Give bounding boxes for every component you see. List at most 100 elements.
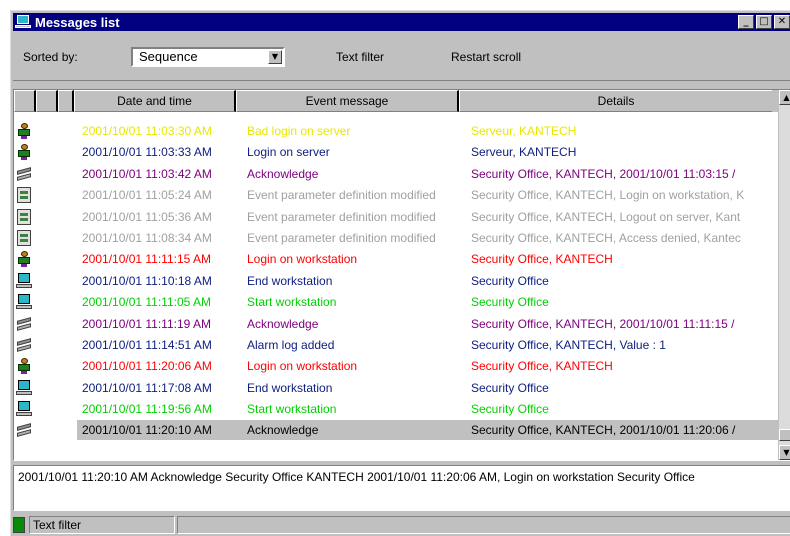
table-row[interactable]: 2001/10/01 11:20:10 AM Acknowledge Securit… [14,420,780,441]
document-icon [16,229,32,246]
header-icon-column[interactable] [36,90,58,112]
table-row[interactable]: 2001/10/01 11:11:15 AM Login on workstati… [14,249,780,270]
cell-details: Security Office, KANTECH, 2001/10/01 11:… [471,423,736,438]
cell-event: Login on server [247,145,330,160]
table-row[interactable]: 2001/10/01 11:11:19 AM Acknowledge Securit… [14,314,780,335]
cell-date: 2001/10/01 11:20:06 AM [82,359,212,374]
acknowledge-icon [16,316,32,332]
cell-date: 2001/10/01 11:03:42 AM [82,166,212,181]
sorted-by-label: Sorted by: [23,49,78,64]
cell-date: 2001/10/01 11:11:15 AM [82,252,211,267]
cell-details: Security Office, KANTECH, 2001/10/01 11:… [471,316,735,331]
cell-date: 2001/10/01 11:11:05 AM [82,295,211,310]
table-row[interactable]: 2001/10/01 11:19:56 AM Start workstation S… [14,399,780,420]
header-icon-column[interactable] [14,90,36,112]
acknowledge-icon [16,166,32,182]
cell-event: Event parameter definition modified [247,209,436,224]
computer-icon [15,15,31,29]
computer-icon [16,401,32,417]
chevron-down-icon[interactable]: ▼ [268,49,282,64]
cell-details: Security Office [471,295,549,310]
status-panel [177,516,790,534]
table-row[interactable]: 2001/10/01 11:03:42 AM Acknowledge Securit… [14,164,780,185]
messages-list[interactable]: Date and time Event message Details 2001… [13,89,790,461]
cell-event: End workstation [247,273,333,288]
computer-icon [16,272,32,289]
sort-select-value: Sequence [139,49,198,64]
cell-event: Event parameter definition modified [247,230,436,245]
cell-details: Security Office, KANTECH, Access denied,… [471,230,741,245]
person-icon [16,144,32,161]
cell-details: Security Office [471,380,549,395]
cell-date: 2001/10/01 11:03:30 AM [82,124,212,138]
minimize-button[interactable]: _ [738,15,754,29]
cell-details: Security Office, KANTECH, Logout on serv… [471,209,741,224]
table-row[interactable]: 2001/10/01 11:08:34 AM Event parameter de… [14,228,780,249]
status-text: Text filter [29,516,175,534]
cell-date: 2001/10/01 11:19:56 AM [82,402,212,417]
cell-event: Acknowledge [247,423,319,438]
vertical-scrollbar[interactable]: ▲ ▼ [778,90,790,460]
cell-details: Security Office, KANTECH [471,359,613,374]
acknowledge-icon [16,422,32,438]
cell-date: 2001/10/01 11:17:08 AM [82,380,212,395]
maximize-button[interactable]: □ [756,15,772,29]
cell-date: 2001/10/01 11:14:51 AM [82,337,212,352]
cell-details: Security Office, KANTECH, 2001/10/01 11:… [471,166,736,181]
table-row[interactable]: 2001/10/01 11:05:24 AM Event parameter de… [14,185,780,206]
title-bar[interactable]: Messages list _ □ ✕ [13,13,790,31]
cell-event: End workstation [247,380,333,395]
scroll-thumb[interactable] [779,429,790,441]
person-icon [16,358,32,375]
cell-event: Acknowledge [247,166,319,181]
document-icon [16,187,32,204]
table-row[interactable]: 2001/10/01 11:11:05 AM Start workstation S… [14,292,780,313]
table-row[interactable]: 2001/10/01 11:17:08 AM End workstation Sec… [14,378,780,399]
cell-details: Serveur, KANTECH [471,145,577,160]
status-indicator-icon [13,517,25,533]
close-button[interactable]: ✕ [774,15,790,29]
table-row[interactable]: 2001/10/01 11:05:36 AM Event parameter de… [14,207,780,228]
messages-list-window: Messages list _ □ ✕ Sorted by: Sequence … [10,10,790,536]
window-title: Messages list [35,14,120,30]
cell-date: 2001/10/01 11:20:10 AM [82,423,212,438]
header-event-message[interactable]: Event message [236,90,459,112]
header-date-and-time[interactable]: Date and time [74,90,236,112]
computer-icon [16,294,32,310]
table-row[interactable]: 2001/10/01 11:03:30 AM Bad login on serve… [14,121,780,142]
cell-details: Security Office [471,402,549,417]
status-bar: Text filter [13,515,790,535]
cell-details: Security Office, KANTECH, Login on works… [471,188,745,203]
cell-date: 2001/10/01 11:08:34 AM [82,230,212,245]
cell-event: Acknowledge [247,316,319,331]
toolbar: Sorted by: Sequence ▼ Text filter Restar… [13,33,790,81]
acknowledge-icon [16,337,32,353]
list-header: Date and time Event message Details [14,90,780,112]
cell-event: Start workstation [247,402,337,417]
document-icon [16,208,32,225]
cell-event: Alarm log added [247,337,335,352]
cell-date: 2001/10/01 11:05:24 AM [82,188,212,203]
cell-details: Security Office, KANTECH [471,252,613,267]
cell-event: Start workstation [247,295,337,310]
table-row[interactable]: 2001/10/01 11:14:51 AM Alarm log added Sec… [14,335,780,356]
cell-event: Login on workstation [247,359,358,374]
table-row[interactable]: 2001/10/01 11:10:18 AM End workstation Sec… [14,271,780,292]
text-filter-button[interactable]: Text filter [336,50,384,64]
restart-scroll-button[interactable]: Restart scroll [451,50,521,64]
scroll-up-icon[interactable]: ▲ [779,90,790,105]
cell-date: 2001/10/01 11:10:18 AM [82,273,212,288]
computer-icon [16,379,32,396]
cell-date: 2001/10/01 11:05:36 AM [82,209,212,224]
scroll-down-icon[interactable]: ▼ [779,445,790,460]
table-row[interactable]: 2001/10/01 11:20:06 AM Login on workstati… [14,356,780,377]
header-icon-column[interactable] [58,90,74,112]
person-icon [16,123,32,139]
cell-details: Security Office, KANTECH, Value : 1 [471,337,666,352]
sort-select[interactable]: Sequence ▼ [131,46,285,67]
table-row[interactable]: 2001/10/01 11:03:33 AM Login on server Ser… [14,142,780,163]
cell-event: Bad login on server [247,124,351,138]
person-icon [16,251,32,268]
cell-date: 2001/10/01 11:03:33 AM [82,145,212,160]
header-details[interactable]: Details [459,90,772,112]
